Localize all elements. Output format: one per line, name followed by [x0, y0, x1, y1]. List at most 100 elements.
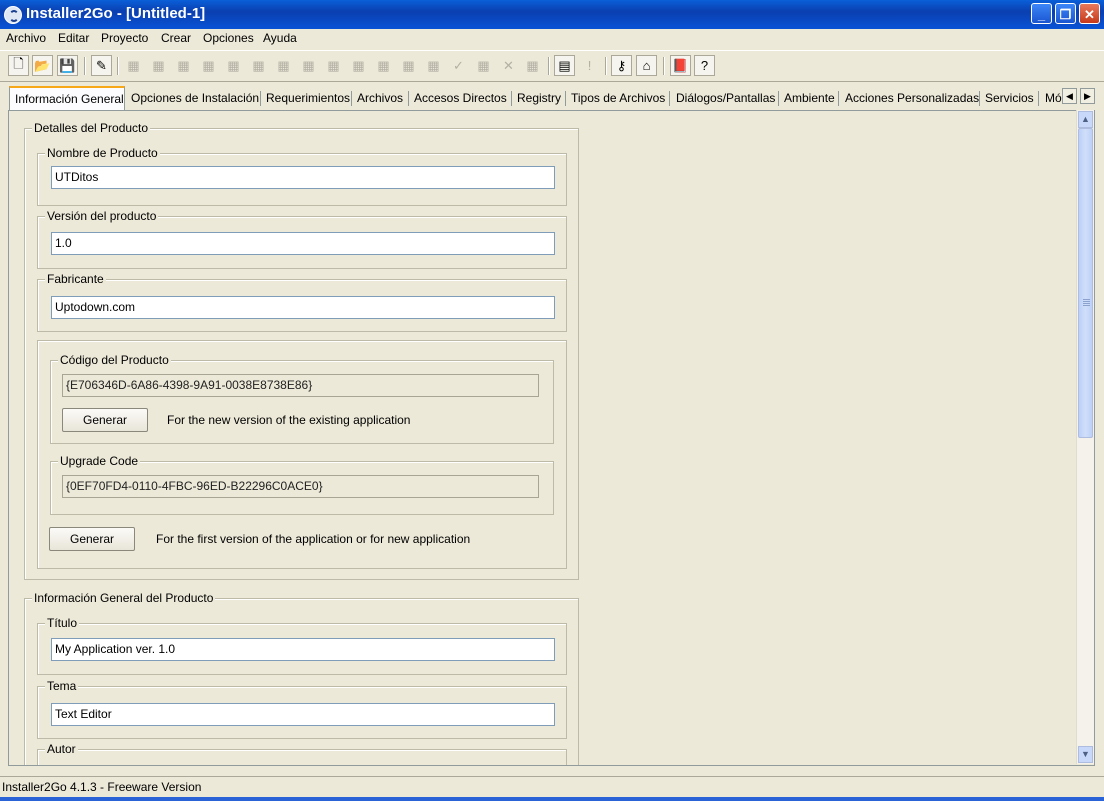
tab-opciones-instalacion[interactable]: Opciones de Instalación	[131, 88, 259, 108]
tab-content-panel: Detalles del Producto Nombre de Producto…	[8, 110, 1095, 766]
tab-divider	[511, 91, 512, 106]
product-details-group: Detalles del Producto Nombre de Producto…	[24, 121, 579, 580]
save-icon[interactable]: 💾	[57, 55, 78, 76]
toolbar-separator	[117, 57, 119, 75]
home-icon[interactable]: ⌂	[636, 55, 657, 76]
close-button[interactable]: ✕	[1079, 3, 1100, 24]
tab-divider	[408, 91, 409, 106]
menu-ayuda[interactable]: Ayuda	[262, 31, 298, 45]
author-field-group: Autor	[37, 742, 567, 765]
tab-bar: Información General Opciones de Instalac…	[0, 86, 1104, 110]
tab-divider	[979, 91, 980, 106]
menu-proyecto[interactable]: Proyecto	[100, 31, 149, 45]
scroll-down-button[interactable]: ▼	[1078, 746, 1093, 763]
product-name-label: Nombre de Producto	[45, 146, 160, 160]
title-field-label: Título	[45, 616, 80, 630]
custom-actions-icon[interactable]: ▦	[348, 55, 369, 76]
tab-divider	[351, 91, 352, 106]
generate-product-code-button[interactable]: Generar	[62, 408, 148, 432]
product-code-hint: For the new version of the existing appl…	[167, 413, 411, 427]
tab-tipos-archivos[interactable]: Tipos de Archivos	[571, 88, 665, 108]
shortcuts-icon[interactable]: ▦	[223, 55, 244, 76]
product-version-group: Versión del producto 1.0	[37, 209, 567, 269]
toolbar-separator	[548, 57, 550, 75]
restore-button[interactable]: ❐	[1055, 3, 1076, 24]
tab-divider	[565, 91, 566, 106]
tab-requerimientos[interactable]: Requerimientos	[266, 88, 350, 108]
help-question-icon[interactable]: ?	[694, 55, 715, 76]
vertical-scrollbar[interactable]: ▲ ▼	[1076, 110, 1094, 764]
tab-registry[interactable]: Registry	[517, 88, 561, 108]
toolbar-separator	[605, 57, 607, 75]
tab-dialogos-pantallas[interactable]: Diálogos/Pantallas	[676, 88, 775, 108]
tools-icon[interactable]: ▦	[473, 55, 494, 76]
new-file-icon[interactable]: 🗋	[8, 55, 29, 76]
tab-scroll-right-button[interactable]: ▶	[1080, 88, 1095, 104]
registry-icon[interactable]: ▦	[248, 55, 269, 76]
key-icon[interactable]: ⚷	[611, 55, 632, 76]
tab-accesos-directos[interactable]: Accesos Directos	[414, 88, 507, 108]
tab-ambiente[interactable]: Ambiente	[784, 88, 835, 108]
requirements-icon[interactable]: ▦	[173, 55, 194, 76]
toolbar: 🗋 📂 💾 ✎ ▦ ▦ ▦ ▦ ▦ ▦ ▦ ▦ ▦ ▦ ▦ ▦ ▦ ✓ ▦ ✕ …	[0, 50, 1104, 82]
tab-divider	[838, 91, 839, 106]
subject-field-group: Tema Text Editor	[37, 679, 567, 739]
menu-crear[interactable]: Crear	[160, 31, 192, 45]
tab-scroll-left-button[interactable]: ◀	[1062, 88, 1077, 104]
title-bar: Installer2Go - [Untitled-1] _ ❐ ✕	[0, 0, 1104, 29]
status-text: Installer2Go 4.1.3 - Freeware Version	[2, 780, 202, 794]
product-name-group: Nombre de Producto UTDitos	[37, 146, 567, 206]
options-icon[interactable]: ▦	[148, 55, 169, 76]
files-icon[interactable]: ▦	[198, 55, 219, 76]
title-input[interactable]: My Application ver. 1.0	[51, 638, 555, 661]
author-field-label: Autor	[45, 742, 78, 756]
tab-informacion-general[interactable]: Información General	[9, 86, 125, 110]
environment-icon[interactable]: ▦	[323, 55, 344, 76]
dialogs-icon[interactable]: ▦	[298, 55, 319, 76]
delete-cross-icon[interactable]: ✕	[498, 55, 519, 76]
title-field-group: Título My Application ver. 1.0	[37, 616, 567, 675]
minimize-button[interactable]: _	[1031, 3, 1052, 24]
file-types-icon[interactable]: ▦	[273, 55, 294, 76]
scroll-grip	[1083, 299, 1090, 300]
tab-acciones-personalizadas[interactable]: Acciones Personalizadas	[845, 88, 979, 108]
generate-upgrade-code-button[interactable]: Generar	[49, 527, 135, 551]
tab-divider	[669, 91, 670, 106]
wizard-wand-icon[interactable]: ✎	[91, 55, 112, 76]
tab-modulos[interactable]: Mó	[1045, 88, 1062, 108]
tab-divider	[1038, 91, 1039, 106]
scroll-up-button[interactable]: ▲	[1078, 111, 1093, 128]
run-exclamation-icon[interactable]: !	[579, 55, 600, 76]
codes-outer-group: Código del Producto {E706346D-6A86-4398-…	[37, 340, 567, 569]
status-bar: Installer2Go 4.1.3 - Freeware Version	[0, 776, 1104, 801]
open-folder-icon[interactable]: 📂	[32, 55, 53, 76]
services-icon[interactable]: ▦	[373, 55, 394, 76]
app-icon[interactable]	[4, 6, 22, 24]
product-code-label: Código del Producto	[58, 353, 171, 367]
tab-divider	[260, 91, 261, 106]
product-version-input[interactable]: 1.0	[51, 232, 555, 255]
window-title: Installer2Go - [Untitled-1]	[26, 5, 206, 22]
toolbar-separator	[84, 57, 86, 75]
scroll-thumb[interactable]	[1078, 128, 1093, 438]
menu-opciones[interactable]: Opciones	[202, 31, 255, 45]
product-code-field: {E706346D-6A86-4398-9A91-0038E8738E86}	[62, 374, 539, 397]
info-icon[interactable]: ▦	[123, 55, 144, 76]
settings-icon[interactable]: ▦	[423, 55, 444, 76]
build-icon[interactable]: ▤	[554, 55, 575, 76]
properties-icon[interactable]: ▦	[522, 55, 543, 76]
modules-icon[interactable]: ▦	[398, 55, 419, 76]
general-info-group: Información General del Producto Título …	[24, 591, 579, 765]
product-name-input[interactable]: UTDitos	[51, 166, 555, 189]
book-icon[interactable]: 📕	[670, 55, 691, 76]
menu-bar: Archivo Editar Proyecto Crear Opciones A…	[0, 29, 1104, 49]
tab-archivos[interactable]: Archivos	[357, 88, 403, 108]
menu-editar[interactable]: Editar	[57, 31, 90, 45]
menu-archivo[interactable]: Archivo	[5, 31, 47, 45]
taskbar-edge	[0, 797, 1104, 801]
subject-input[interactable]: Text Editor	[51, 703, 555, 726]
verify-check-icon[interactable]: ✓	[448, 55, 469, 76]
tab-servicios[interactable]: Servicios	[985, 88, 1034, 108]
product-details-title: Detalles del Producto	[32, 121, 151, 135]
manufacturer-input[interactable]: Uptodown.com	[51, 296, 555, 319]
